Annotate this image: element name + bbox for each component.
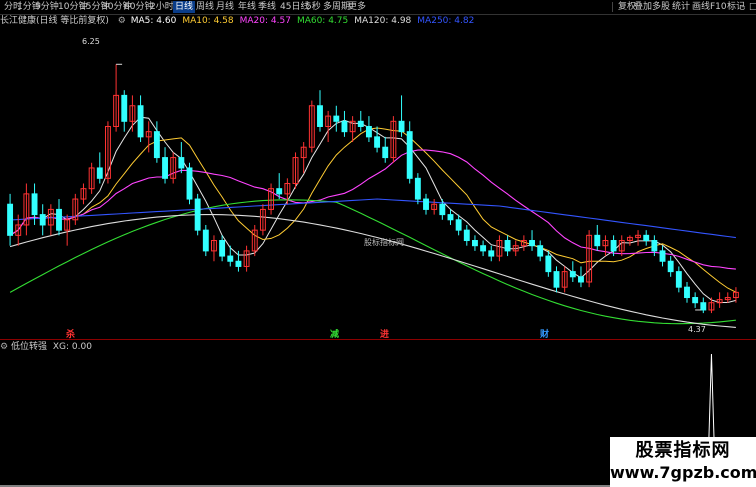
candle-body (96, 167, 103, 179)
period-8[interactable]: 日线 (173, 1, 196, 13)
candle-body (447, 214, 454, 221)
ma-legend: 长江健康(日线 等比前复权) ⚙ MA5: 4.60 MA10: 4.58 MA20… (0, 15, 756, 28)
ma-line-ma60 (9, 199, 736, 325)
gear-icon[interactable]: ⚙ (118, 15, 126, 28)
candle-body (153, 131, 160, 159)
stock-title: 长江健康(日线 等比前复权) (0, 16, 109, 26)
ma-line-ma20 (9, 149, 736, 270)
ma-legend-item-3: MA60: 4.75 (296, 16, 349, 26)
candle-body (121, 94, 128, 122)
candle-body (667, 260, 674, 273)
period-14[interactable]: 5秒 (306, 1, 321, 13)
candle-body (31, 193, 38, 216)
candle-body (488, 250, 495, 257)
gear-icon[interactable]: ⚙ (0, 342, 8, 352)
toolbar-button-2[interactable]: 多股 (652, 1, 670, 13)
toolbar-button-4[interactable]: 画线 (692, 1, 710, 13)
watermark-title: 股票指标网 (635, 440, 731, 461)
candle-body (423, 198, 429, 210)
period-11[interactable]: 年线 (238, 1, 256, 13)
minimize-icon[interactable]: – (741, 1, 746, 13)
candle-body (276, 188, 283, 195)
candle-body (194, 198, 201, 231)
period-7[interactable]: 2小时 (150, 1, 174, 13)
ma-line-ma250 (10, 198, 736, 239)
candle-body (317, 105, 323, 127)
candle-body (219, 240, 226, 257)
candle-body (471, 240, 478, 247)
period-12[interactable]: 季线 (258, 1, 276, 13)
candle-body (643, 234, 650, 242)
candlestick-chart[interactable] (0, 28, 756, 339)
candle-body (56, 208, 62, 231)
restore-icon[interactable]: □ (749, 1, 756, 13)
ma-line-ma10 (9, 127, 737, 293)
indicator-legend: ⚙ 低位转强 XG: 0.00 (0, 341, 756, 354)
candle-body (700, 302, 707, 311)
candle-body (504, 240, 511, 252)
site-watermark: 股票指标网 www.7gpzb.com (610, 437, 756, 487)
candle-body (374, 136, 381, 148)
ma-legend-item-4: MA120: 4.98 (354, 16, 412, 26)
candle-body (162, 157, 168, 179)
candle-body (178, 157, 185, 169)
candle-body (545, 255, 552, 273)
candle-body (39, 214, 46, 226)
period-toolbar: 分时 1分钟 5分钟 10分钟 15分钟 30分钟 60分钟 2小时 日线 周线 月线 年线 季线 45日… (0, 0, 756, 15)
candle-body (529, 240, 535, 247)
candle-body (333, 115, 340, 122)
candle-body (569, 271, 576, 278)
candle-body (227, 255, 234, 262)
candle-body (675, 271, 682, 288)
candle-body (455, 219, 462, 231)
ma-legend-item-1: MA10: 4.58 (182, 16, 234, 26)
candle-body (7, 203, 14, 236)
candle-body (202, 229, 209, 252)
ma-legend-item-0: MA5: 4.60 (130, 16, 177, 26)
candle-body (137, 105, 144, 138)
candle-body (365, 125, 372, 138)
ma-legend-item-5: MA250: 4.82 (417, 16, 475, 26)
candle-body (480, 245, 487, 252)
toolbar-button-1[interactable]: 叠加 (634, 1, 652, 13)
period-16[interactable]: 更多 (348, 1, 366, 13)
toolbar-separator (612, 2, 613, 12)
watermark-url: www.7gpzb.com (610, 463, 756, 482)
candle-body (651, 240, 658, 252)
candle-body (235, 260, 242, 267)
candle-body (341, 120, 348, 133)
period-10[interactable]: 月线 (216, 1, 234, 13)
candle-body (357, 120, 364, 127)
candle-body (186, 167, 193, 200)
candle-body (382, 146, 389, 159)
candle-body (659, 250, 666, 262)
candle-body (463, 229, 470, 242)
period-15[interactable]: 多周期 (323, 1, 350, 13)
ma-line-ma120 (9, 214, 736, 328)
candle-body (692, 297, 699, 304)
indicator-name[interactable]: 低位转强 (11, 342, 47, 352)
candle-body (684, 286, 690, 299)
candle-body (578, 276, 584, 283)
low-price-label: 4.37 (688, 325, 706, 334)
candle-body (414, 177, 421, 200)
ma-line-ma5 (9, 116, 737, 303)
candle-body (610, 240, 617, 252)
period-9[interactable]: 周线 (196, 1, 214, 13)
candle-body (398, 120, 405, 133)
candle-body (537, 245, 544, 257)
candle-body (553, 271, 560, 288)
high-price-label: 6.25 (82, 37, 100, 46)
ma-legend-item-2: MA20: 4.57 (239, 16, 291, 26)
period-2[interactable]: 5分钟 (35, 1, 59, 13)
toolbar-button-5[interactable]: F10 (710, 1, 727, 13)
candle-body (406, 131, 413, 179)
indicator-value: XG: 0.00 (52, 342, 92, 352)
candle-body (594, 234, 601, 247)
chart-watermark: 股标指标网 (364, 238, 404, 247)
toolbar-button-3[interactable]: 统计 (672, 1, 690, 13)
panel-divider[interactable] (0, 339, 756, 340)
candle-body (439, 203, 446, 216)
